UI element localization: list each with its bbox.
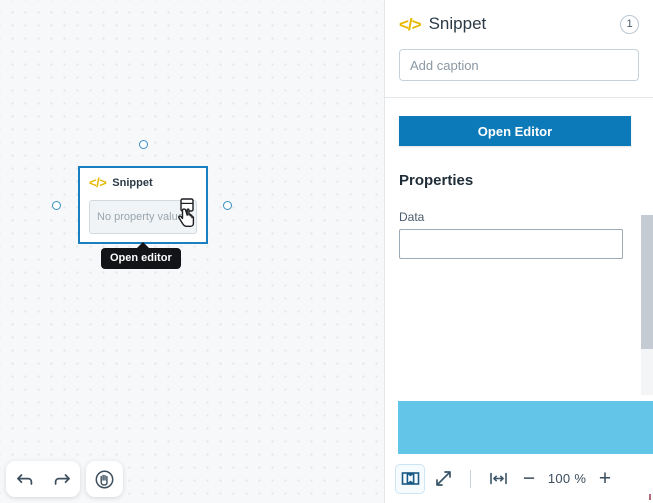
book-layout-icon	[401, 472, 419, 485]
diagram-canvas[interactable]: </> Snippet No property value Open edito…	[0, 0, 384, 503]
caption-placeholder: Add caption	[410, 57, 479, 73]
snippet-node[interactable]: </> Snippet No property value	[78, 166, 208, 244]
snippet-node-title: Snippet	[112, 176, 153, 189]
snippet-property-box[interactable]: No property value	[89, 200, 197, 234]
panel-title: Snippet	[428, 14, 487, 33]
panel-footer-toolbar: − 100 % +	[385, 454, 653, 503]
canvas-toolbar	[6, 461, 123, 497]
selection-handle-right[interactable]	[223, 201, 232, 210]
panel-title-row: </> Snippet 1	[385, 0, 653, 34]
hand-pan-icon	[95, 470, 114, 488]
panel-body: Open Editor Properties Data	[385, 116, 653, 503]
zoom-in-button[interactable]: +	[592, 468, 618, 489]
zoom-out-button[interactable]: −	[516, 468, 542, 489]
undo-button[interactable]	[6, 461, 43, 497]
snippet-node-header: </> Snippet	[80, 168, 206, 189]
snippet-property-placeholder: No property value	[97, 211, 184, 223]
fit-width-icon	[489, 472, 507, 485]
selection-handle-left[interactable]	[52, 201, 61, 210]
editor-window: </> Snippet No property value Open edito…	[0, 0, 653, 503]
fullscreen-expand-button[interactable]	[428, 464, 458, 494]
pan-tool-button[interactable]	[86, 461, 123, 497]
selection-handle-top[interactable]	[139, 140, 148, 149]
layout-view-button[interactable]	[395, 463, 425, 494]
data-field-label: Data	[399, 210, 425, 224]
expand-diagonal-icon	[435, 471, 451, 486]
open-editor-button[interactable]: Open Editor	[399, 116, 631, 146]
caption-input[interactable]: Add caption	[399, 49, 639, 81]
undo-arrow-icon	[16, 474, 32, 485]
open-editor-tooltip: Open editor	[101, 242, 181, 269]
properties-panel: </> Snippet 1 Add caption Open Editor Pr…	[385, 0, 653, 503]
footer-divider	[470, 469, 471, 488]
code-snippet-icon: </>	[399, 14, 422, 34]
fit-width-button[interactable]	[483, 464, 513, 494]
redo-button[interactable]	[43, 461, 80, 497]
zoom-level-label: 100 %	[547, 471, 587, 486]
code-snippet-icon: </>	[89, 175, 107, 190]
panel-scrollbar-thumb[interactable]	[641, 215, 653, 349]
pan-button-group	[86, 461, 123, 497]
panel-header: </> Snippet 1 Add caption	[385, 0, 653, 98]
redo-arrow-icon	[54, 474, 70, 485]
data-field-input[interactable]	[399, 229, 623, 259]
properties-heading: Properties	[399, 172, 474, 189]
instance-count-badge: 1	[620, 14, 639, 34]
history-button-group	[6, 461, 80, 497]
corner-artifact	[641, 490, 651, 500]
